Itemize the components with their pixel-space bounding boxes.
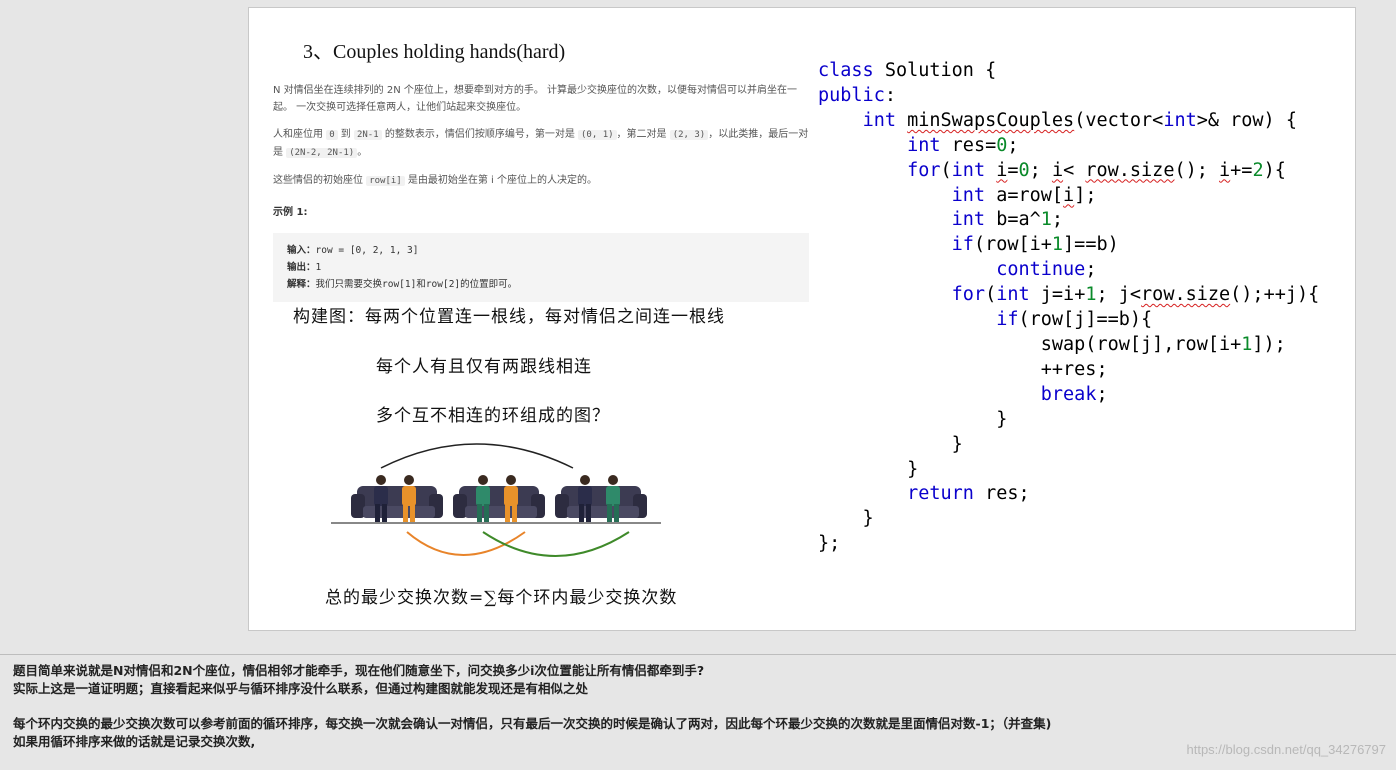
problem-description: N 对情侣坐在连续排列的 2N 个座位上，想要牵到对方的手。 计算最少交换座位的…: [273, 82, 809, 302]
top-arc: [380, 443, 574, 469]
slide-title: 3、Couples holding hands(hard): [303, 41, 566, 63]
note-build-graph: 构建图：每两个位置连一根线，每对情侣之间连一根线: [293, 307, 725, 327]
note-total-swaps: 总的最少交换次数=∑每个环内最少交换次数: [325, 588, 678, 608]
note-cycles: 多个互不相连的环组成的图？: [376, 406, 610, 426]
slide: 3、Couples holding hands(hard) N 对情侣坐在连续排…: [248, 7, 1356, 631]
example-explanation: 解释：我们只需要交换row[1]和row[2]的位置即可。: [287, 279, 518, 290]
sofa-middle: [453, 486, 545, 518]
notes-footer: 题目简单来说就是N对情侣和2N个座位，情侣相邻才能牵手，现在他们随意坐下，问交换…: [13, 662, 1383, 751]
footer-divider: [0, 654, 1396, 655]
note-two-lines: 每个人有且仅有两跟线相连: [376, 357, 592, 377]
sofa-right: [555, 486, 647, 518]
green-arc: [482, 531, 630, 557]
footer-line-3: 每个环内交换的最少交换次数可以参考前面的循环排序，每交换一次就会确认一对情侣，只…: [13, 716, 1052, 731]
example-title: 示例 1:: [273, 207, 308, 218]
example-box: 输入：row = [0, 2, 1, 3] 输出：1 解释：我们只需要交换row…: [273, 233, 809, 302]
couples-sofa-illustration: [331, 443, 661, 557]
sofa-left: [351, 486, 443, 518]
watermark: https://blog.csdn.net/qq_34276797: [1186, 742, 1387, 757]
example-input: 输入：row = [0, 2, 1, 3]: [287, 245, 419, 256]
footer-line-1: 题目简单来说就是N对情侣和2N个座位，情侣相邻才能牵手，现在他们随意坐下，问交换…: [13, 663, 705, 678]
problem-paragraph-2: 人和座位用 0 到 2N-1 的整数表示，情侣们按顺序编号，第一对是 (0, 1…: [273, 129, 809, 158]
problem-paragraph-3: 这些情侣的初始座位 row[i] 是由最初始坐在第 i 个座位上的人决定的。: [273, 175, 598, 186]
code-block: class Solution { public: int minSwapsCou…: [818, 60, 1320, 555]
example-output: 输出：1: [287, 262, 322, 273]
footer-line-2: 实际上这是一道证明题；直接看起来似乎与循环排序没什么联系，但通过构建图就能发现还…: [13, 681, 589, 696]
footer-line-4: 如果用循环排序来做的话就是记录交换次数,: [13, 734, 256, 749]
problem-paragraph-1: N 对情侣坐在连续排列的 2N 个座位上，想要牵到对方的手。 计算最少交换座位的…: [273, 85, 798, 113]
orange-arc: [406, 531, 526, 556]
